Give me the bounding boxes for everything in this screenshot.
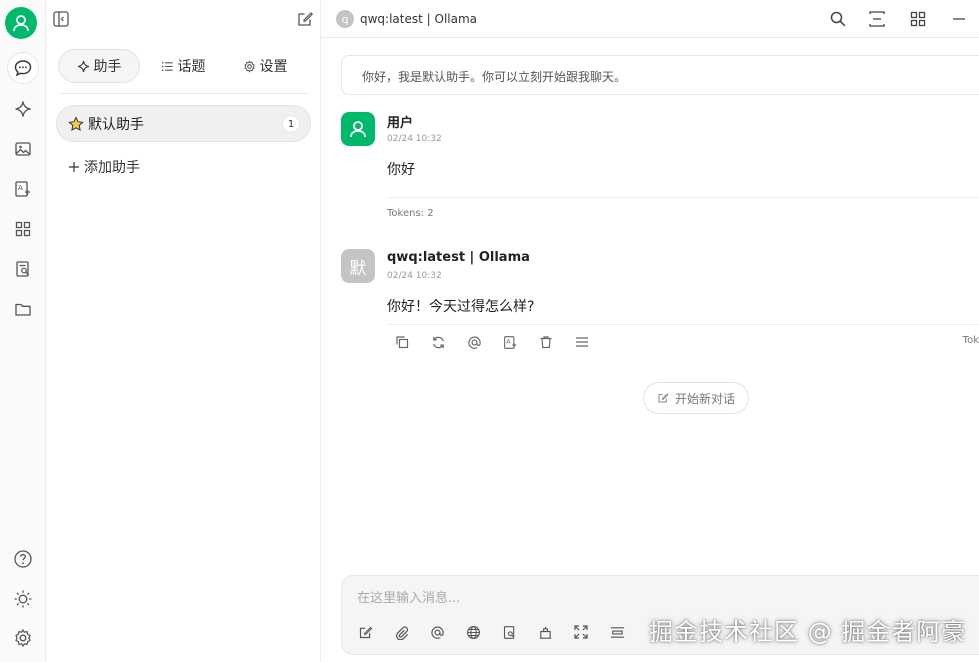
delete-icon[interactable] [537, 333, 555, 351]
user-message-time: 02/24 10:32 [387, 134, 442, 144]
tab-label: 设置 [259, 59, 288, 75]
copy-icon[interactable] [393, 333, 411, 351]
assistant-label: 默认助手 [88, 116, 144, 133]
clear-context-icon[interactable] [608, 623, 626, 641]
model-selector[interactable]: q qwq:latest | Ollama [336, 9, 477, 29]
assistant-message-avatar: 默 [341, 249, 375, 283]
layout-grid-icon[interactable] [908, 9, 928, 29]
user-token-count: Tokens: 2 [387, 208, 434, 219]
chat-area: q qwq:latest | Ollama 你好，我是默认助手。你可以立刻开始跟… [321, 0, 979, 662]
assistant-panel: 助手 话题 设置 默认助手 1 添加助手 [46, 0, 321, 662]
prompt-text: 你好，我是默认助手。你可以立刻开始跟我聊天。 [362, 70, 627, 84]
user-message-avatar [341, 112, 375, 146]
add-assistant-button[interactable]: 添加助手 [68, 157, 140, 177]
new-topic-icon[interactable] [295, 9, 315, 29]
assistant-message-text: 你好！今天过得怎么样? [387, 299, 535, 315]
gear-icon [243, 59, 256, 73]
help-icon[interactable] [8, 544, 38, 574]
minimize-icon[interactable] [949, 9, 969, 29]
watermark-text: 掘金技术社区 @ 掘金者阿豪 [649, 618, 967, 646]
more-menu-icon[interactable] [573, 333, 591, 351]
mcp-server-icon[interactable] [536, 623, 554, 641]
assistant-message-time: 02/24 10:32 [387, 271, 442, 281]
web-search-icon[interactable] [464, 623, 482, 641]
chat-icon[interactable] [8, 53, 38, 83]
mention-icon[interactable] [428, 623, 446, 641]
translate-icon[interactable]: A [8, 174, 38, 204]
fit-width-icon[interactable] [867, 9, 887, 29]
user-message-name: 用户 [387, 116, 414, 131]
add-assistant-label: 添加助手 [84, 160, 140, 176]
new-chat-button[interactable]: 开始新对话 [643, 382, 749, 414]
sidebar-toggle-icon[interactable] [51, 9, 71, 29]
plus-icon [68, 161, 80, 173]
list-icon [161, 60, 174, 73]
tab-settings[interactable]: 设置 [226, 49, 304, 83]
user-icon [13, 15, 29, 32]
message-input[interactable]: 在这里输入消息... [357, 587, 460, 606]
star-icon [68, 115, 84, 132]
model-name: qwq:latest | Ollama [360, 12, 478, 26]
apps-icon[interactable] [8, 214, 38, 244]
knowledge-icon[interactable] [500, 623, 518, 641]
user-message-text: 你好 [387, 162, 415, 178]
sparkle-icon [77, 60, 90, 73]
topic-count-badge: 1 [282, 115, 300, 133]
sparkle-icon[interactable] [8, 94, 38, 124]
assistant-message-name: qwq:latest | Ollama [387, 250, 530, 265]
user-avatar[interactable] [5, 7, 37, 39]
tab-label: 话题 [177, 59, 206, 75]
message-divider [387, 324, 979, 325]
new-chat-label: 开始新对话 [674, 391, 735, 406]
input-toolbar [356, 623, 626, 641]
tab-assistants[interactable]: 助手 [58, 49, 140, 83]
message-divider [387, 197, 979, 198]
tab-divider [58, 93, 310, 94]
tab-topics[interactable]: 话题 [140, 49, 226, 83]
mention-icon[interactable] [465, 333, 483, 351]
search-icon[interactable] [828, 9, 848, 29]
model-avatar: q [336, 10, 354, 28]
assistant-token-count: Tok [962, 335, 979, 346]
regenerate-icon[interactable] [429, 333, 447, 351]
knowledge-icon[interactable] [8, 254, 38, 284]
folder-icon[interactable] [8, 294, 38, 324]
translate-icon[interactable]: A [501, 333, 519, 351]
chat-header: q qwq:latest | Ollama [321, 0, 979, 38]
attachment-icon[interactable] [392, 623, 410, 641]
tab-label: 助手 [93, 59, 122, 75]
svg-text:A: A [18, 184, 23, 192]
panel-tabs: 助手 话题 设置 [58, 49, 310, 83]
image-icon[interactable] [8, 134, 38, 164]
settings-icon[interactable] [8, 623, 38, 653]
assistant-prompt-banner: 你好，我是默认助手。你可以立刻开始跟我聊天。 [341, 55, 979, 95]
assistant-item-default[interactable]: 默认助手 1 [56, 105, 311, 142]
icon-rail: A [0, 0, 46, 662]
new-topic-icon[interactable] [356, 623, 374, 641]
expand-icon[interactable] [572, 623, 590, 641]
user-icon [350, 121, 366, 138]
svg-text:A: A [506, 339, 510, 345]
edit-icon [657, 392, 669, 404]
theme-icon[interactable] [8, 584, 38, 614]
message-action-bar: A [393, 333, 591, 351]
